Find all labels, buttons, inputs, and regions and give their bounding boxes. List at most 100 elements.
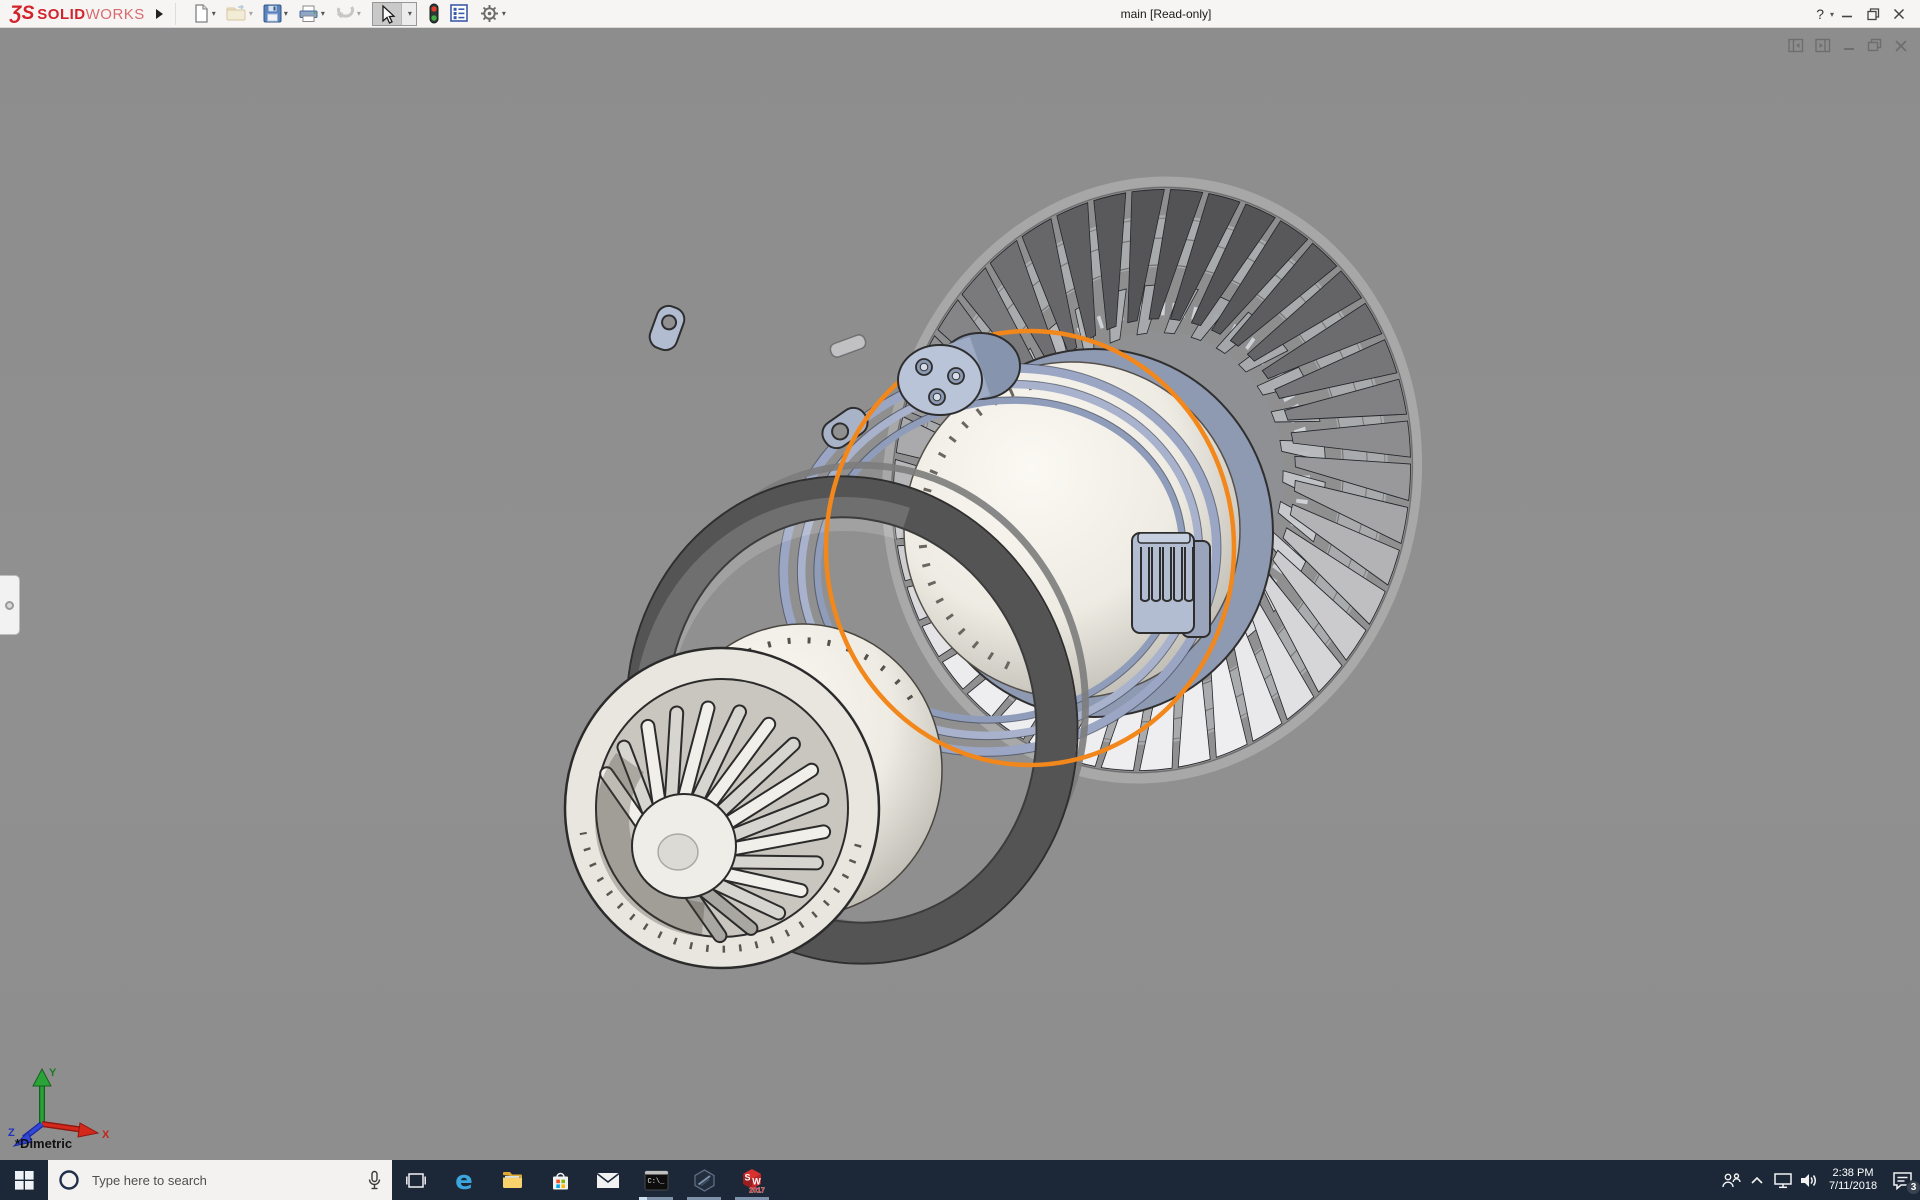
new-document-icon xyxy=(193,4,210,23)
solidworks-app-icon: S W 2017 xyxy=(739,1167,766,1194)
volume-button[interactable] xyxy=(1796,1160,1822,1200)
solidworks-logo: ƷS SOLID WORKS xyxy=(0,3,151,25)
select-tool-group[interactable]: ▾ xyxy=(372,2,417,26)
graphics-area[interactable]: Y X Z *Dimetric xyxy=(0,28,1920,1160)
settings-button[interactable]: ▾ xyxy=(476,2,509,26)
windows-logo-icon xyxy=(15,1171,34,1190)
taskbar-search[interactable] xyxy=(48,1160,392,1200)
command-prompt-icon: C:\_ xyxy=(644,1170,669,1191)
panel-knob-icon xyxy=(5,601,14,610)
people-button[interactable] xyxy=(1718,1160,1744,1200)
mail-icon xyxy=(596,1172,620,1189)
print-icon xyxy=(298,5,319,23)
document-window-controls xyxy=(1788,38,1908,53)
edge-icon: e xyxy=(451,1167,477,1193)
show-panel-right-icon[interactable] xyxy=(1815,38,1831,53)
dropdown-caret[interactable]: ▾ xyxy=(321,9,325,18)
collapsed-panel-tab[interactable] xyxy=(0,575,20,635)
action-center-button[interactable]: 3 xyxy=(1884,1160,1920,1200)
select-tool-dropdown[interactable]: ▾ xyxy=(401,3,416,25)
system-tray: 2:38 PM 7/11/2018 3 xyxy=(1718,1160,1920,1200)
print-button[interactable]: ▾ xyxy=(295,2,328,26)
minimize-document-icon[interactable] xyxy=(1842,38,1856,53)
restore-document-icon[interactable] xyxy=(1867,38,1883,53)
options-list-icon xyxy=(450,4,469,23)
triad-x-label: X xyxy=(102,1129,110,1141)
chevron-up-icon xyxy=(1750,1175,1764,1185)
microphone-icon[interactable] xyxy=(367,1170,382,1191)
windows-taskbar: e C:\_ xyxy=(0,1160,1920,1200)
cmd-icon-text: C:\_ xyxy=(647,1178,665,1186)
edge-button[interactable]: e xyxy=(440,1160,488,1200)
hexagon-app-icon xyxy=(692,1168,717,1193)
toolbar-separator xyxy=(175,3,176,25)
sw-icon-letter-s: S xyxy=(744,1172,750,1182)
dropdown-caret[interactable]: ▾ xyxy=(502,9,506,18)
mail-button[interactable] xyxy=(584,1160,632,1200)
triad-y-label: Y xyxy=(49,1067,57,1079)
solidworks-2017-button[interactable]: S W 2017 xyxy=(728,1160,776,1200)
clock-date: 7/11/2018 xyxy=(1824,1180,1882,1193)
sw-icon-letter-w: W xyxy=(752,1176,761,1186)
undo-button[interactable]: ▾ xyxy=(332,2,364,26)
viewer-3d-button[interactable] xyxy=(680,1160,728,1200)
people-icon xyxy=(1720,1172,1743,1189)
top-tab xyxy=(829,333,868,358)
start-button[interactable] xyxy=(0,1160,48,1200)
dropdown-caret[interactable]: ▾ xyxy=(249,9,253,18)
open-button[interactable]: ▾ xyxy=(223,2,256,26)
front-cowl xyxy=(565,648,879,968)
stoplight-icon xyxy=(428,3,440,24)
speaker-icon xyxy=(1799,1172,1819,1189)
save-button[interactable]: ▾ xyxy=(260,2,291,26)
stoplight-button[interactable] xyxy=(425,2,443,26)
notification-badge: 3 xyxy=(1906,1180,1920,1195)
finned-unit xyxy=(1132,533,1210,637)
new-document-button[interactable]: ▾ xyxy=(190,2,219,26)
show-panel-left-icon[interactable] xyxy=(1788,38,1804,53)
select-cursor-icon xyxy=(378,4,396,24)
window-controls: ? ▾ xyxy=(1812,0,1920,28)
settings-gear-icon xyxy=(479,3,500,24)
minimize-icon xyxy=(1841,8,1853,20)
dropdown-caret[interactable]: ▾ xyxy=(357,9,361,18)
close-document-icon[interactable] xyxy=(1894,38,1908,53)
search-input[interactable] xyxy=(90,1172,367,1189)
undo-arrow-icon xyxy=(335,6,355,21)
folder-icon xyxy=(501,1170,524,1190)
view-orientation-label: *Dimetric xyxy=(15,1136,72,1151)
lug-bracket-2 xyxy=(646,303,687,354)
select-tool-button[interactable] xyxy=(373,3,401,25)
task-view-icon xyxy=(406,1172,426,1189)
dropdown-caret[interactable]: ▾ xyxy=(212,9,216,18)
title-bar: ƷS SOLID WORKS ▾ ▾ ▾ ▾ xyxy=(0,0,1920,28)
minimize-button[interactable] xyxy=(1834,0,1860,28)
task-view-button[interactable] xyxy=(392,1160,440,1200)
options-list-button[interactable] xyxy=(447,2,472,26)
taskbar-clock[interactable]: 2:38 PM 7/11/2018 xyxy=(1822,1167,1884,1193)
restore-icon xyxy=(1867,8,1880,21)
3d-model-jet-engine[interactable] xyxy=(0,28,1920,1160)
command-prompt-button[interactable]: C:\_ xyxy=(632,1160,680,1200)
network-icon xyxy=(1773,1172,1794,1189)
solidworks-logo-works: WORKS xyxy=(86,6,145,23)
save-floppy-icon xyxy=(263,4,282,23)
window-title: main [Read-only] xyxy=(1121,0,1212,28)
help-button[interactable]: ? xyxy=(1812,6,1828,22)
microsoft-store-button[interactable] xyxy=(536,1160,584,1200)
solidworks-logo-solid: SOLID xyxy=(37,6,85,23)
store-icon xyxy=(549,1169,572,1192)
tray-overflow-button[interactable] xyxy=(1744,1160,1770,1200)
close-icon xyxy=(1893,8,1905,20)
lug-bracket xyxy=(817,403,872,453)
solidworks-logo-glyph: ƷS xyxy=(10,3,34,25)
close-button[interactable] xyxy=(1886,0,1912,28)
menu-flyout-arrow[interactable] xyxy=(151,3,169,25)
network-button[interactable] xyxy=(1770,1160,1796,1200)
dropdown-caret[interactable]: ▾ xyxy=(284,9,288,18)
restore-button[interactable] xyxy=(1860,0,1886,28)
right-triangle-icon xyxy=(155,8,164,20)
cortana-icon xyxy=(58,1169,80,1191)
svg-text:e: e xyxy=(455,1167,473,1193)
file-explorer-button[interactable] xyxy=(488,1160,536,1200)
